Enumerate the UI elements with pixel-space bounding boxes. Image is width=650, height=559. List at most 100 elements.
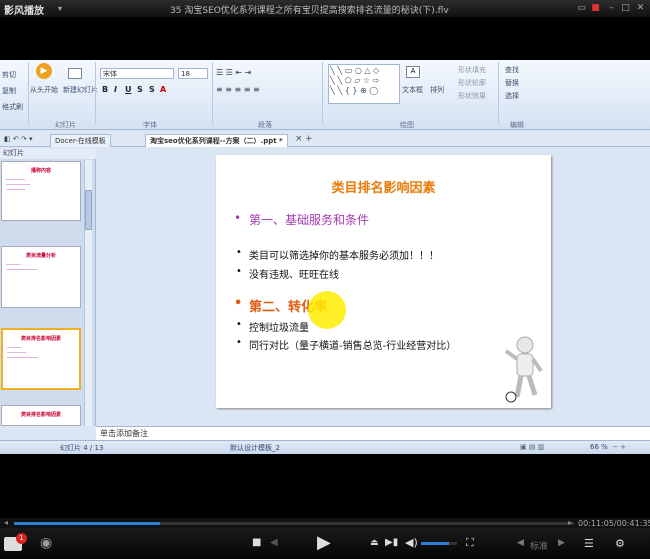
fullscreen-icon[interactable]: ⛶ [466,536,474,550]
settings-icon[interactable]: ⚙ [615,537,625,550]
player-brand-menu[interactable]: 影风播放 [4,2,44,17]
maximize-icon[interactable]: □ [620,3,631,14]
slide-thumbnail[interactable]: 类目排名影响因素 [1,405,81,426]
bullet-list-icon[interactable]: ☰ ☰ ⇤ ⇥ [216,68,251,77]
bullet-icon: • [234,296,243,311]
bullet-icon: • [236,319,242,330]
arrange-button[interactable]: 排列 [430,85,444,95]
textbox-button[interactable]: 文本框 [402,85,423,95]
copy-button[interactable]: 复制 [2,86,16,96]
zoom-controls[interactable]: − + [612,443,626,451]
group-label-paragraph: 段落 [258,121,272,129]
zoom-level: 66 % [590,443,608,451]
bullet-icon: • [236,247,242,258]
notification-badge: 1 [16,533,27,544]
slide-thumbnail-selected[interactable]: 类目排名影响因素 ────── ──────── ───────────── [1,328,81,390]
scrollbar-thumb[interactable] [85,190,92,230]
cursor-highlight [308,291,346,329]
status-bar: 幻灯片 4 / 13 默认设计模板_2 ▣ ▤ ▥ 66 % − + [0,440,650,454]
eject-icon[interactable]: ⏏ [370,538,379,548]
new-slide-icon[interactable] [68,68,82,79]
shapes-gallery[interactable]: ╲ ╲ ▭ ○ △ ◇ ╲ ╲ ⬠ ▱ ☆ ⇨ ╲ ╲ { } ⊕ ◯ [328,64,400,104]
presentation-app: 剪切 复制 格式刷 ▶ 从头开始 新建幻灯片 宋体 18 B I U S S A… [0,60,650,454]
eye-icon[interactable]: ◉ [40,535,52,551]
minimize-icon[interactable]: – [606,3,617,14]
tab-current-document[interactable]: 淘宝seo优化系列课程--方案（二）.ppt * [145,134,288,147]
shape-fill-button[interactable]: 形状填充 [458,65,486,75]
seek-right-icon[interactable]: ▸ [568,518,572,527]
italic-button[interactable]: I [114,85,117,94]
group-label-font: 字体 [143,121,157,129]
shape-effect-button[interactable]: 形状效果 [458,91,486,101]
replace-button[interactable]: 替换 [505,78,519,88]
select-button[interactable]: 选择 [505,91,519,101]
textbox-icon[interactable]: A [406,66,420,78]
seek-left-icon[interactable]: ◂ [4,518,8,527]
bold-button[interactable]: B [102,85,108,94]
quality-left-icon[interactable]: ◀ [517,538,524,548]
slide-bullet: 同行对比（量子横道-销售总览-行业经营对比） [249,341,457,352]
bullet-icon: • [236,337,242,348]
playback-time: 00:11:05/00:41:35 [578,519,650,528]
volume-icon[interactable]: ◀) [405,536,418,549]
slide-bullet: 没有违规、旺旺在线 [249,270,339,281]
divider [212,62,213,124]
seek-progress [14,522,160,525]
slide-canvas[interactable]: 类目排名影响因素 • 第一、基础服务和条件 • 类目可以筛选掉你的基本服务必须加… [216,155,551,408]
close-tab-icon[interactable]: × [295,134,303,144]
play-icon[interactable]: ▶ [36,63,52,79]
cut-button[interactable]: 剪切 [2,70,16,80]
strikethrough-button[interactable]: S [137,85,143,94]
divider [95,62,96,124]
player-title-bar: 影风播放 ▾ 35 淘宝SEO优化系列课程之所有宝贝提高搜索排名流量的秘诀(下)… [0,0,650,18]
slide-bullet: 控制垃圾流量 [249,323,309,334]
quality-standard-label[interactable]: 标准 [530,539,548,552]
slide-count: 幻灯片 4 / 13 [60,444,104,452]
divider [322,62,323,124]
underline-button[interactable]: U [125,85,132,94]
close-icon[interactable]: ✕ [635,3,646,14]
template-name: 默认设计模板_2 [230,444,280,452]
font-size-select[interactable]: 18 [178,68,208,79]
slide-bullet: 类目可以筛选掉你的基本服务必须加！！！ [249,251,439,262]
view-icons[interactable]: ▣ ▤ ▥ [520,443,544,451]
section-heading-1: 第一、基础服务和条件 [249,213,370,227]
bullet-icon: • [236,266,242,277]
play-from-start-button[interactable]: 从头开始 [30,85,58,95]
shadow-button[interactable]: S [149,85,155,94]
thumbnail-lines: ────── ───────────── [6,262,38,272]
minimize-mini-icon[interactable]: ▭ [576,3,587,14]
slide-panel-scrollbar[interactable] [84,160,92,426]
font-name-select[interactable]: 宋体 [100,68,174,79]
3d-figure-illustration [504,336,543,403]
bullet-icon: • [234,211,242,225]
new-tab-icon[interactable]: + [305,134,313,144]
slide-thumbnail[interactable]: 播称内容 ──────── ────────── ──────── [1,161,81,221]
chevron-down-icon[interactable]: ▾ [58,4,62,13]
skin-icon[interactable]: ■ [590,3,601,14]
quick-access-icons[interactable]: ◧ ↶ ↷ ▾ [4,135,33,143]
document-tab-bar: ◧ ↶ ↷ ▾ Docer-在线模板 淘宝seo优化系列课程--方案（二）.pp… [0,133,650,147]
slide-thumbnail[interactable]: 类目流量分析 ────── ───────────── [1,246,81,308]
slide-title: 类目排名影响因素 [331,181,436,196]
notes-pane[interactable]: 单击添加备注 [96,426,650,440]
play-button-icon[interactable]: ▶ [317,532,331,553]
slide-panel-header: 幻灯片 [0,148,96,159]
previous-icon[interactable]: ◀ [270,537,278,548]
align-icons[interactable]: ≡ ≡ ≡ ≡ ≡ [216,85,260,94]
thumbnail-lines: ──────── ────────── ──────── [6,177,31,192]
thumbnail-title: 播称内容 [30,168,51,174]
divider [498,62,499,124]
next-icon[interactable]: ▶▮ [385,537,398,548]
font-color-button[interactable]: A [160,85,166,94]
new-slide-button[interactable]: 新建幻灯片 [63,85,98,95]
find-button[interactable]: 查找 [505,65,519,75]
shape-outline-button[interactable]: 形状轮廓 [458,78,486,88]
playlist-icon[interactable]: ☰ [584,537,594,550]
quality-right-icon[interactable]: ▶ [558,538,565,548]
divider [28,62,29,124]
stop-icon[interactable]: ■ [252,537,261,548]
format-painter-button[interactable]: 格式刷 [2,102,23,112]
tab-docer-templates[interactable]: Docer-在线模板 [50,134,111,147]
ribbon: 剪切 复制 格式刷 ▶ 从头开始 新建幻灯片 宋体 18 B I U S S A… [0,60,650,130]
